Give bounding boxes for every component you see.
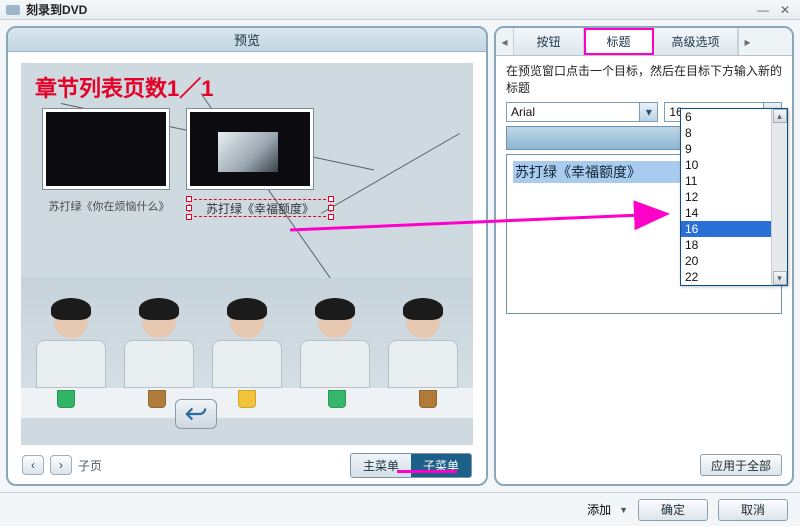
tabs-scroll-left[interactable]: ◂ <box>496 28 514 55</box>
back-icon <box>185 405 207 423</box>
preview-body: 章节列表页数1／1 苏打绿《你在烦恼什么》 苏打绿《幸福额度》 <box>16 58 478 450</box>
selected-caption-box[interactable]: 苏打绿《幸福额度》 <box>189 199 331 217</box>
tab-main-menu[interactable]: 主菜单 <box>351 454 411 477</box>
preview-canvas[interactable]: 章节列表页数1／1 苏打绿《你在烦恼什么》 苏打绿《幸福额度》 <box>21 63 473 445</box>
selected-caption-text: 苏打绿《幸福额度》 <box>206 200 314 217</box>
add-dropdown[interactable]: 添加 ▼ <box>587 501 628 518</box>
add-label: 添加 <box>587 501 611 518</box>
font-size-list[interactable]: 6 8 9 10 11 12 14 16 18 20 22 ▴ ▾ <box>680 108 788 286</box>
pager: ‹ › 子页 <box>22 455 102 475</box>
tab-sub-menu[interactable]: 子菜单 <box>411 454 471 477</box>
sidebar-tab-advanced[interactable]: 高级选项 <box>654 28 738 55</box>
background-cups <box>21 388 473 418</box>
chapter-thumb-1[interactable]: 苏打绿《你在烦恼什么》 <box>43 109 169 189</box>
sidebar-tab-button[interactable]: 按钮 <box>514 28 584 55</box>
app-icon <box>6 5 20 15</box>
titlebar: 刻录到DVD — ✕ <box>0 0 800 20</box>
pager-label: 子页 <box>78 457 102 474</box>
scroll-down-icon[interactable]: ▾ <box>773 271 787 285</box>
minimize-button[interactable]: — <box>754 3 772 17</box>
chevron-down-icon: ▼ <box>619 505 628 515</box>
apply-all-button[interactable]: 应用于全部 <box>700 454 782 476</box>
sidebar-tab-caption[interactable]: 标题 <box>584 28 654 55</box>
scroll-up-icon[interactable]: ▴ <box>773 109 787 123</box>
chapter-thumb-2[interactable] <box>187 109 313 189</box>
sidebar: ◂ 按钮 标题 高级选项 ▸ 在预览窗口点击一个目标，然后在目标下方输入新的标题… <box>494 26 794 486</box>
page-counter: 章节列表页数1／1 <box>35 71 213 103</box>
menu-tabs: 主菜单 子菜单 <box>350 453 472 478</box>
back-button[interactable] <box>175 399 217 429</box>
window-title: 刻录到DVD <box>26 1 750 18</box>
preview-header: 预览 <box>8 28 486 52</box>
tabs-scroll-right[interactable]: ▸ <box>738 28 756 55</box>
ok-button[interactable]: 确定 <box>638 499 708 521</box>
annotation-underline <box>397 470 457 473</box>
font-family-combo[interactable]: Arial ▾ <box>506 102 658 122</box>
font-family-dropdown[interactable]: ▾ <box>639 103 657 121</box>
cancel-button[interactable]: 取消 <box>718 499 788 521</box>
pager-next[interactable]: › <box>50 455 72 475</box>
thumb-1-caption: 苏打绿《你在烦恼什么》 <box>46 198 172 214</box>
footer-bar: 添加 ▼ 确定 取消 <box>0 492 800 526</box>
preview-footer: ‹ › 子页 主菜单 子菜单 <box>16 452 478 478</box>
sidebar-tabs: ◂ 按钮 标题 高级选项 ▸ <box>496 28 792 56</box>
preview-panel: 预览 章节列表页数1／1 苏打绿《你在烦恼什么》 苏打绿《幸福额度》 <box>6 26 488 486</box>
pager-prev[interactable]: ‹ <box>22 455 44 475</box>
close-button[interactable]: ✕ <box>776 3 794 17</box>
font-size-scrollbar[interactable]: ▴ ▾ <box>771 109 787 285</box>
background-illustration <box>21 278 473 388</box>
font-family-value: Arial <box>507 105 639 119</box>
sidebar-instruction: 在预览窗口点击一个目标，然后在目标下方输入新的标题 <box>496 56 792 102</box>
